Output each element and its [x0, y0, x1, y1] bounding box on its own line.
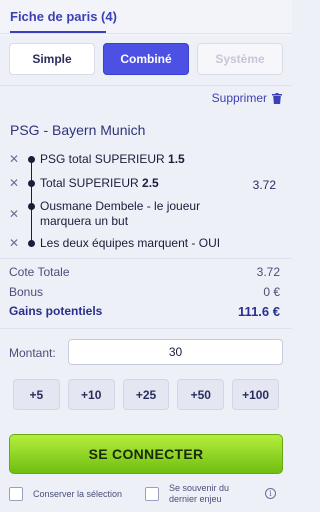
- gains-label: Gains potentiels: [9, 304, 103, 318]
- keep-selection-checkbox[interactable]: [9, 487, 23, 501]
- quick-amount-button[interactable]: +10: [67, 379, 115, 410]
- delete-label: Supprimer: [211, 91, 267, 105]
- remember-stake-checkbox[interactable]: [145, 487, 159, 501]
- quick-amount-button[interactable]: +100: [232, 379, 279, 410]
- remember-stake-label: Se souvenir du dernier enjeu: [169, 483, 230, 504]
- quick-amount-button[interactable]: +25: [122, 379, 170, 410]
- selection-list: ✕ PSG total SUPERIEUR 1.5 ✕ Total SUPERI…: [0, 148, 292, 258]
- delete-all-button[interactable]: Supprimer: [212, 91, 282, 105]
- remove-selection-icon[interactable]: ✕: [9, 236, 19, 250]
- selection-label: Ousmane Dembele - le joueur marquera un …: [40, 199, 201, 228]
- cote-totale-value: 3.72: [256, 265, 280, 279]
- remove-selection-icon[interactable]: ✕: [9, 176, 19, 190]
- remove-selection-icon[interactable]: ✕: [9, 207, 19, 221]
- divider: [0, 258, 292, 259]
- header-divider: [0, 33, 292, 34]
- betslip-tab-title[interactable]: Fiche de paris (4): [10, 9, 117, 24]
- divider: [0, 328, 292, 329]
- stake-label: Montant:: [9, 346, 56, 360]
- match-title: PSG - Bayern Munich: [10, 122, 146, 138]
- cote-totale-label: Cote Totale: [9, 265, 70, 279]
- selection-dot: [28, 203, 35, 210]
- selection-dot: [28, 180, 35, 187]
- selection-dot: [28, 240, 35, 247]
- combine-button[interactable]: Combiné: [103, 43, 189, 75]
- systeme-button[interactable]: Système: [197, 43, 283, 75]
- betslip-header: Fiche de paris (4): [0, 0, 292, 36]
- selection-label: PSG total SUPERIEUR 1.5: [40, 152, 185, 166]
- bet-type-selector: Simple Combiné Système: [9, 43, 283, 75]
- quick-amount-button[interactable]: +50: [177, 379, 225, 410]
- combined-odd: 3.72: [252, 178, 276, 192]
- quick-amount-row: +5 +10 +25 +50 +100: [13, 379, 279, 410]
- selection-dot: [28, 156, 35, 163]
- trash-icon: [272, 92, 282, 104]
- bonus-row: Bonus 0 €: [9, 285, 280, 299]
- keep-selection-label: Conserver la sélection: [33, 489, 123, 499]
- selection-connector-line: [31, 159, 32, 245]
- selection-label: Total SUPERIEUR 2.5: [40, 176, 159, 190]
- remove-selection-icon[interactable]: ✕: [9, 152, 19, 166]
- gains-value: 111.6 €: [238, 304, 280, 319]
- cote-totale-row: Cote Totale 3.72: [9, 265, 280, 279]
- options-row: Conserver la sélection Se souvenir du de…: [0, 482, 292, 508]
- selection-label: Les deux équipes marquent - OUI: [40, 236, 221, 250]
- simple-button[interactable]: Simple: [9, 43, 95, 75]
- divider: [0, 85, 292, 86]
- bonus-label: Bonus: [9, 285, 44, 299]
- quick-amount-button[interactable]: +5: [13, 379, 60, 410]
- gains-row: Gains potentiels 111.6 €: [9, 304, 280, 319]
- connect-button[interactable]: SE CONNECTER: [9, 434, 283, 474]
- bonus-value: 0 €: [263, 285, 280, 299]
- stake-input[interactable]: [68, 339, 283, 365]
- info-icon[interactable]: i: [265, 488, 276, 499]
